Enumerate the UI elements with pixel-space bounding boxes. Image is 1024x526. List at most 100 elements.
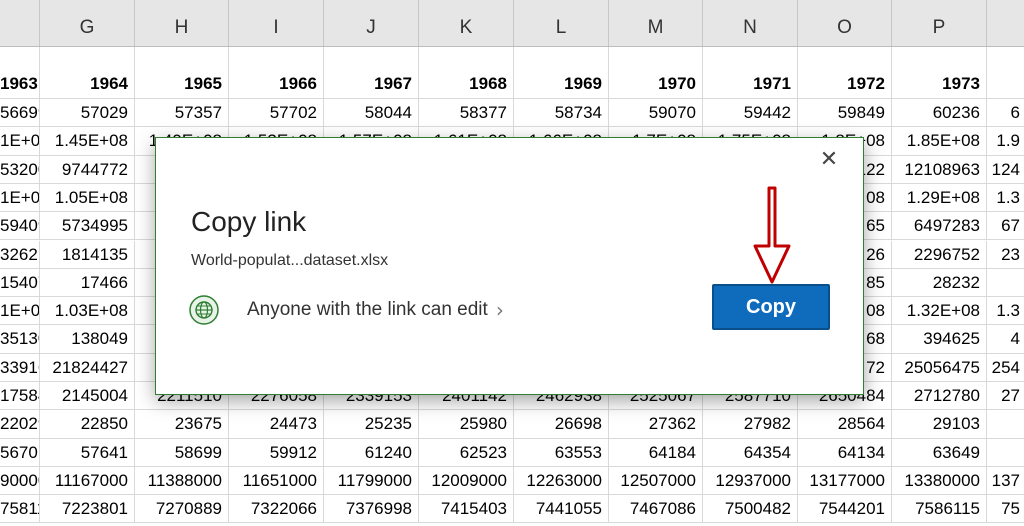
table-cell[interactable]: 1.3 xyxy=(987,297,1024,326)
table-cell[interactable]: 7376998 xyxy=(324,495,419,524)
table-cell[interactable]: 4 xyxy=(987,325,1024,354)
table-cell[interactable]: 1966 xyxy=(229,47,324,99)
table-cell[interactable]: 59070 xyxy=(609,99,703,128)
table-cell[interactable]: 32621 xyxy=(0,240,40,269)
table-cell[interactable]: 7441055 xyxy=(514,495,609,524)
table-cell[interactable]: 25235 xyxy=(324,410,419,439)
table-cell[interactable]: 58699 xyxy=(135,438,229,467)
column-header[interactable]: I xyxy=(229,0,324,46)
table-cell[interactable]: 1.05E+08 xyxy=(40,183,135,213)
table-cell[interactable]: 1.45E+08 xyxy=(40,127,135,156)
table-cell[interactable]: 1.85E+08 xyxy=(892,127,987,156)
table-cell[interactable]: 59442 xyxy=(703,99,798,128)
table-cell[interactable]: 29103 xyxy=(892,410,987,439)
table-cell[interactable]: 1965 xyxy=(135,47,229,99)
table-cell[interactable]: 1969 xyxy=(514,47,609,99)
table-cell[interactable]: 64184 xyxy=(609,438,703,467)
table-cell[interactable]: 6 xyxy=(987,99,1024,128)
table-cell[interactable]: 2712780 xyxy=(892,382,987,411)
table-cell[interactable]: 1971 xyxy=(703,47,798,99)
close-icon[interactable]: ✕ xyxy=(815,146,843,174)
table-cell[interactable]: 63553 xyxy=(514,438,609,467)
table-cell[interactable]: 254 xyxy=(987,354,1024,382)
table-cell[interactable] xyxy=(987,439,1024,467)
table-cell[interactable]: 1972 xyxy=(798,47,892,99)
copy-button[interactable]: Copy xyxy=(712,284,830,330)
table-cell[interactable]: 11167000 xyxy=(40,466,135,496)
table-cell[interactable]: 58044 xyxy=(324,99,419,128)
column-header[interactable]: K xyxy=(419,0,514,46)
table-cell[interactable]: 7467086 xyxy=(609,495,703,524)
table-cell[interactable]: 7223801 xyxy=(40,495,135,524)
table-cell[interactable]: 12263000 xyxy=(514,466,609,496)
table-cell[interactable]: 62523 xyxy=(419,438,514,467)
table-cell[interactable]: 12937000 xyxy=(703,466,798,496)
table-cell[interactable]: 33916 xyxy=(0,353,40,382)
table-cell[interactable]: 7500482 xyxy=(703,495,798,524)
table-cell[interactable]: 1963 xyxy=(0,47,40,99)
table-cell[interactable]: 1.29E+08 xyxy=(892,183,987,213)
table-cell[interactable]: 26698 xyxy=(514,410,609,439)
table-cell[interactable]: 2296752 xyxy=(892,240,987,269)
table-cell[interactable]: 57702 xyxy=(229,99,324,128)
table-cell[interactable]: 7544201 xyxy=(798,495,892,524)
table-cell[interactable]: 90000 xyxy=(0,466,40,496)
table-cell[interactable]: 1E+08 xyxy=(0,127,40,156)
table-cell[interactable]: 13177000 xyxy=(798,466,892,496)
table-cell[interactable]: 17466 xyxy=(40,268,135,298)
table-cell[interactable]: 60236 xyxy=(892,99,987,128)
table-cell[interactable]: 59409 xyxy=(0,212,40,241)
table-cell[interactable]: 1968 xyxy=(419,47,514,99)
table-cell[interactable]: 1970 xyxy=(609,47,703,99)
table-cell[interactable]: 12108963 xyxy=(892,155,987,184)
table-cell[interactable]: 7415403 xyxy=(419,495,514,524)
table-cell[interactable]: 28564 xyxy=(798,410,892,439)
table-cell[interactable] xyxy=(987,410,1024,439)
table-cell[interactable]: 23 xyxy=(987,241,1024,269)
table-cell[interactable]: 57641 xyxy=(40,438,135,467)
table-cell[interactable]: 9744772 xyxy=(40,155,135,184)
table-cell[interactable]: 59849 xyxy=(798,99,892,128)
link-permission-setting[interactable]: Anyone with the link can edit › xyxy=(189,293,504,327)
table-cell[interactable]: 28232 xyxy=(892,268,987,298)
table-cell[interactable]: 1E+08 xyxy=(0,183,40,213)
column-header[interactable]: N xyxy=(703,0,798,46)
table-cell[interactable]: 58734 xyxy=(514,99,609,128)
table-cell[interactable]: 15407 xyxy=(0,268,40,298)
table-cell[interactable]: 11799000 xyxy=(324,466,419,496)
table-cell[interactable]: 27 xyxy=(987,382,1024,411)
table-cell[interactable]: 64354 xyxy=(703,438,798,467)
table-cell[interactable]: 35130 xyxy=(0,325,40,354)
table-cell[interactable]: 67 xyxy=(987,212,1024,241)
table-cell[interactable]: 59912 xyxy=(229,438,324,467)
table-cell[interactable]: 1.32E+08 xyxy=(892,297,987,326)
table-cell[interactable]: 13380000 xyxy=(892,466,987,496)
table-cell[interactable]: 1E+08 xyxy=(0,297,40,326)
table-cell[interactable]: 1.3 xyxy=(987,184,1024,213)
table-cell[interactable] xyxy=(987,269,1024,298)
column-header[interactable]: H xyxy=(135,0,229,46)
column-header[interactable]: P xyxy=(892,0,987,46)
table-cell[interactable]: 63649 xyxy=(892,438,987,467)
table-cell[interactable]: 1814135 xyxy=(40,240,135,269)
table-cell[interactable]: 1.03E+08 xyxy=(40,297,135,326)
table-cell[interactable]: 25980 xyxy=(419,410,514,439)
table-cell[interactable]: 21824427 xyxy=(40,353,135,382)
column-header[interactable]: M xyxy=(609,0,703,46)
table-cell[interactable]: 1964 xyxy=(40,47,135,99)
table-cell[interactable]: 2145004 xyxy=(40,382,135,411)
table-cell[interactable]: 124 xyxy=(987,156,1024,184)
table-cell[interactable]: 137 xyxy=(987,467,1024,496)
table-cell[interactable]: 75 xyxy=(987,495,1024,524)
table-cell[interactable]: 138049 xyxy=(40,325,135,354)
table-cell[interactable]: 64134 xyxy=(798,438,892,467)
table-cell[interactable]: 27982 xyxy=(703,410,798,439)
table-cell[interactable]: 1973 xyxy=(892,47,987,99)
table-cell[interactable]: 11651000 xyxy=(229,466,324,496)
table-cell[interactable]: 12009000 xyxy=(419,466,514,496)
table-cell[interactable]: 7322066 xyxy=(229,495,324,524)
table-cell[interactable]: 1.9 xyxy=(987,127,1024,156)
table-cell[interactable] xyxy=(987,47,1024,99)
table-cell[interactable]: 11388000 xyxy=(135,466,229,496)
table-cell[interactable]: 53200 xyxy=(0,155,40,184)
